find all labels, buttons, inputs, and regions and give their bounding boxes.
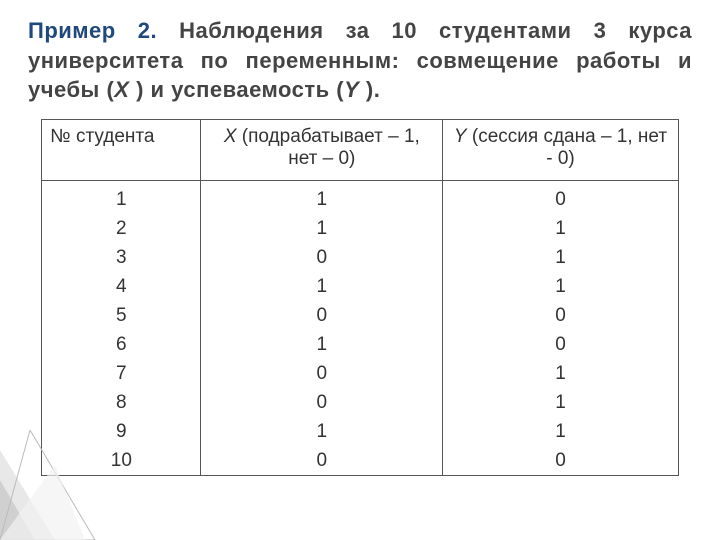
col-header-y-rest: (сессия сдана – 1, нет - 0) [467, 126, 667, 169]
observations-table: № студента X (подрабатывает – 1, нет – 0… [41, 119, 678, 476]
cell-x: 1 [201, 214, 442, 243]
title-lead: Пример 2. [28, 18, 157, 43]
col-x-values: 1 1 0 1 0 1 0 0 1 0 [201, 181, 443, 476]
title-body-2: ) и успеваемость ( [129, 77, 344, 102]
cell-num: 4 [42, 272, 200, 301]
cell-num: 2 [42, 214, 200, 243]
cell-y: 0 [443, 185, 677, 214]
cell-num: 9 [42, 417, 200, 446]
col-y-values: 0 1 1 1 0 0 1 1 1 0 [443, 181, 678, 476]
cell-y: 0 [443, 330, 677, 359]
table-header-row: № студента X (подрабатывает – 1, нет – 0… [42, 120, 678, 181]
col-header-num: № студента [42, 120, 201, 181]
cell-num: 7 [42, 359, 200, 388]
cell-num: 10 [42, 446, 200, 475]
cell-y: 1 [443, 214, 677, 243]
cell-y: 1 [443, 417, 677, 446]
col-header-y-var: Y [454, 126, 467, 147]
cell-x: 1 [201, 272, 442, 301]
title-var-x: X [114, 77, 129, 102]
col-header-x: X (подрабатывает – 1, нет – 0) [201, 120, 443, 181]
col-header-num-label: № студента [50, 126, 154, 147]
slide-title: Пример 2. Наблюдения за 10 студентами 3 … [28, 16, 692, 105]
cell-x: 0 [201, 301, 442, 330]
title-body-3: ). [359, 77, 380, 102]
table-body-row: 1 2 3 4 5 6 7 8 9 10 1 1 0 1 0 1 [42, 181, 678, 476]
cell-num: 6 [42, 330, 200, 359]
cell-num: 1 [42, 185, 200, 214]
col-header-x-var: X [224, 126, 237, 147]
cell-y: 0 [443, 446, 677, 475]
cell-num: 8 [42, 388, 200, 417]
cell-y: 1 [443, 359, 677, 388]
cell-x: 1 [201, 185, 442, 214]
cell-x: 0 [201, 446, 442, 475]
col-header-y: Y (сессия сдана – 1, нет - 0) [443, 120, 678, 181]
col-num-values: 1 2 3 4 5 6 7 8 9 10 [42, 181, 201, 476]
title-var-y: Y [344, 77, 359, 102]
cell-x: 1 [201, 417, 442, 446]
cell-y: 0 [443, 301, 677, 330]
cell-x: 0 [201, 243, 442, 272]
cell-y: 1 [443, 243, 677, 272]
cell-x: 0 [201, 388, 442, 417]
cell-x: 1 [201, 330, 442, 359]
cell-y: 1 [443, 272, 677, 301]
cell-num: 3 [42, 243, 200, 272]
col-header-x-rest: (подрабатывает – 1, нет – 0) [237, 126, 420, 169]
cell-x: 0 [201, 359, 442, 388]
cell-y: 1 [443, 388, 677, 417]
cell-num: 5 [42, 301, 200, 330]
